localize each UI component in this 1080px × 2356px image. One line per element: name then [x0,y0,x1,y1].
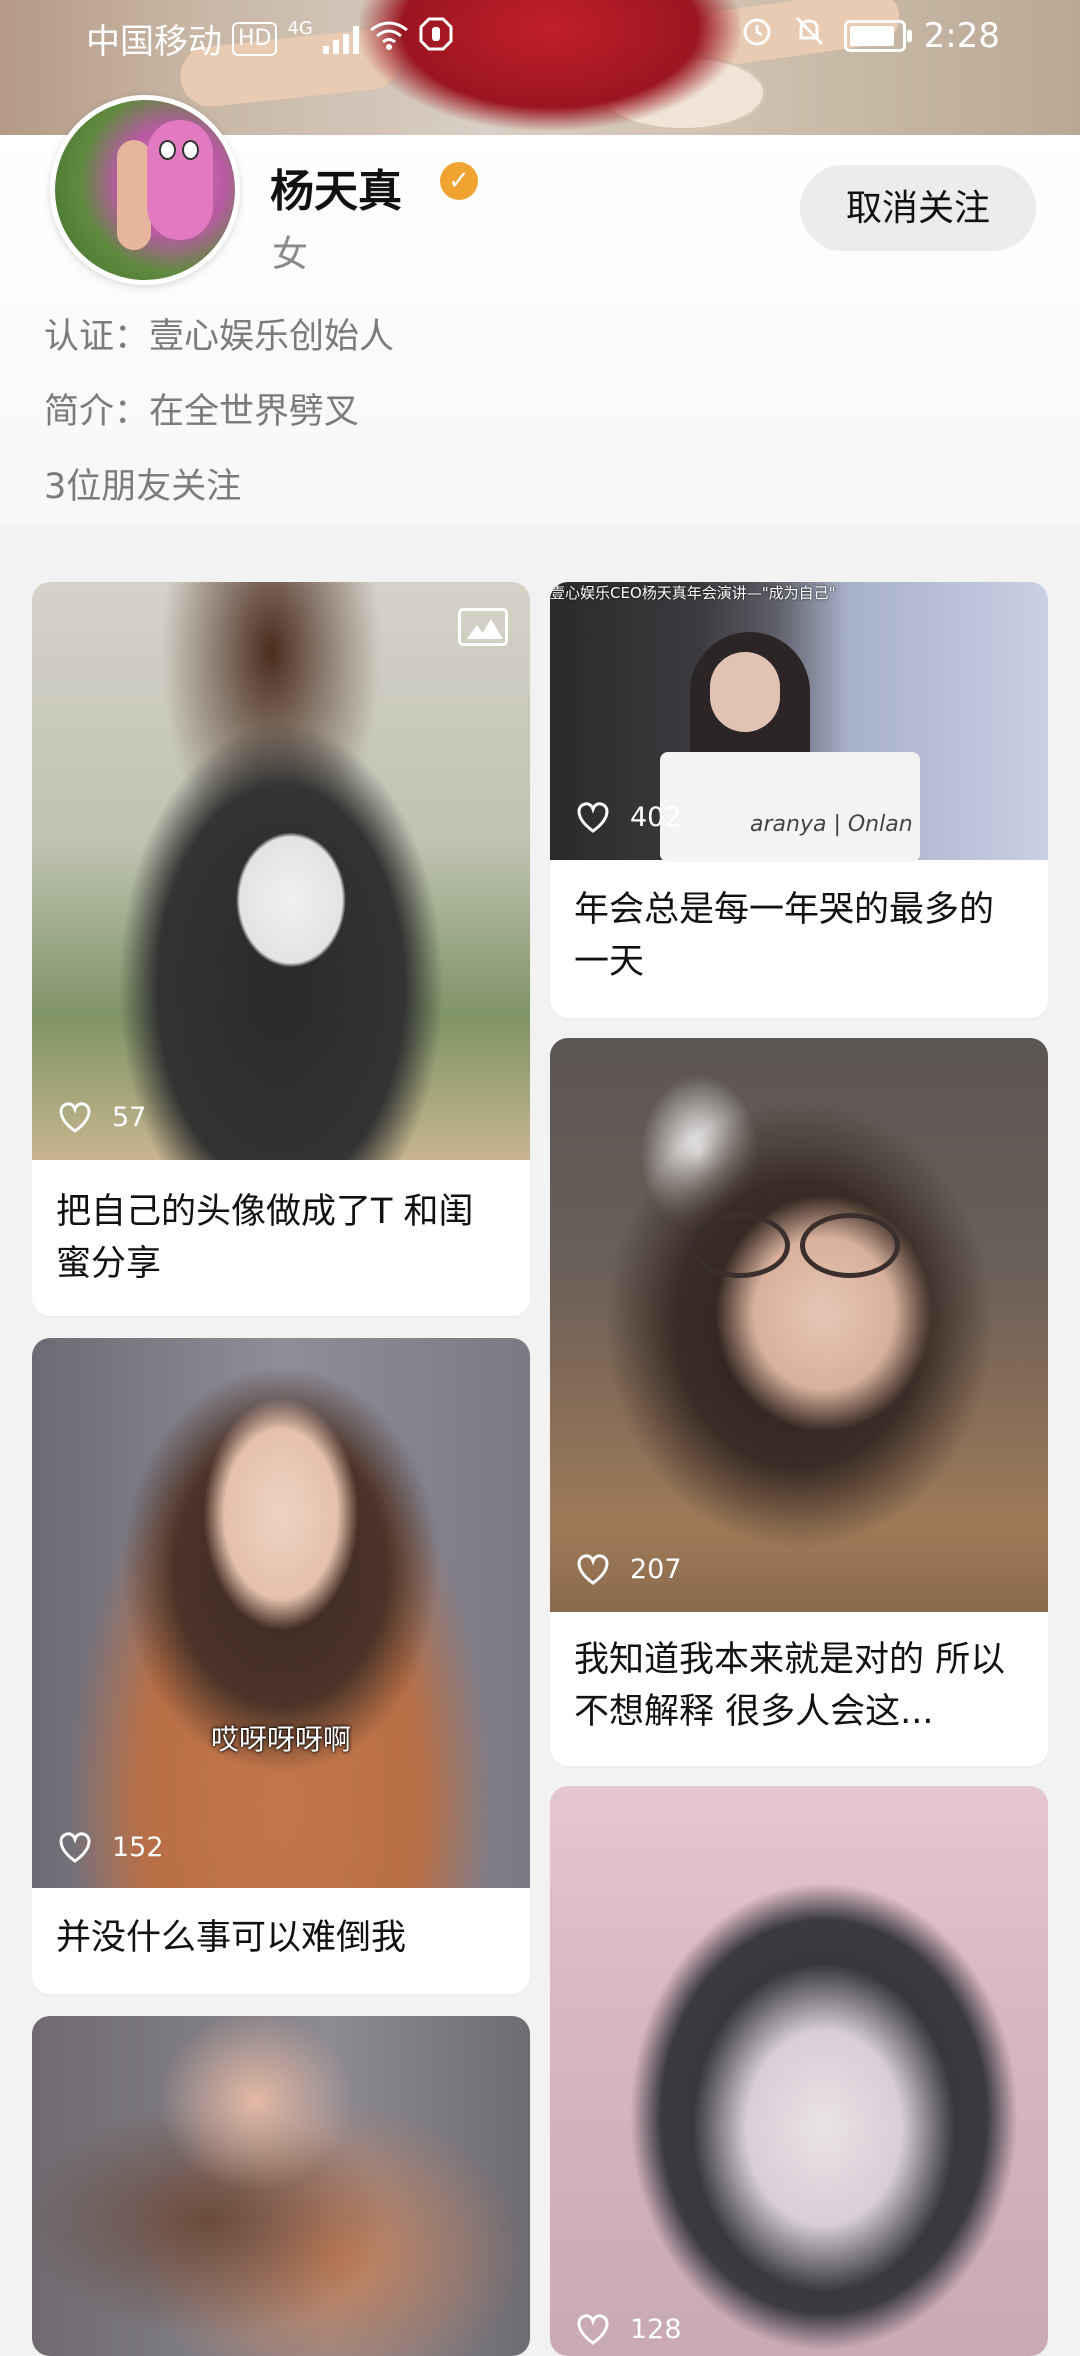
glasses-decoration [690,1213,790,1278]
mute-bell-icon [792,14,826,57]
like-count[interactable]: 152 [56,1830,164,1864]
feed-card[interactable]: 哎呀呀呀啊 152 并没什么事可以难倒我 [32,1338,530,1994]
profile-name: 杨天真 [270,166,402,217]
feed-card[interactable]: 128 [550,1786,1048,2356]
podium [660,752,920,862]
heart-icon [574,800,612,834]
like-count-text: 152 [112,1831,164,1863]
video-subtitle: 哎呀呀呀啊 [210,1723,351,1756]
podium-logo-text: aranya | Onlan [750,812,913,837]
post-image [32,1338,530,1888]
image-type-icon [458,608,508,646]
heart-icon [574,2312,612,2346]
battery-icon [843,19,912,52]
hand-stop-icon [419,17,453,60]
post-caption: 并没什么事可以难倒我 [56,1918,407,1958]
alarm-icon [740,14,774,57]
friends-following-text[interactable]: 3位朋友关注 [44,458,241,509]
post-image [550,1786,1048,2356]
post-caption: 把自己的头像做成了T 和闺蜜分享 [56,1192,474,1284]
bio-text: 简介：在全世界劈叉 [44,392,360,432]
glasses-decoration [800,1213,900,1278]
clock-time: 2:28 [923,15,1000,56]
verified-badge-icon: ✓ [440,162,478,200]
feed-card[interactable]: 57 把自己的头像做成了T 和闺蜜分享 [32,582,530,1316]
heart-icon [574,1552,612,1586]
certification-text: 认证：壹心娱乐创始人 [44,317,395,357]
like-count[interactable]: 57 [56,1100,146,1134]
post-caption: 年会总是每一年哭的最多的一天 [574,890,995,982]
like-count[interactable]: 128 [574,2312,682,2346]
like-count-text: 57 [112,1101,147,1133]
status-bar: 中国移动 HD 4G 2:28 [0,0,1080,72]
video-title-overlay: 壹心娱乐CEO杨天真年会演讲—"成为自己" [550,584,836,602]
heart-icon [56,1830,94,1864]
post-image-figure [710,652,780,732]
like-count[interactable]: 402 [574,800,682,834]
wifi-icon [369,19,409,59]
post-image [32,2016,530,2356]
signal-icon [322,24,359,54]
like-count[interactable]: 207 [574,1552,682,1586]
heart-icon [56,1100,94,1134]
post-caption: 我知道我本来就是对的 所以不想解释 很多人会这... [574,1640,1006,1732]
post-image [32,582,530,1160]
feed-card[interactable] [32,2016,530,2356]
feed-card[interactable]: 207 我知道我本来就是对的 所以不想解释 很多人会这... [550,1038,1048,1766]
post-image [550,1038,1048,1612]
network-type: 4G [287,18,313,39]
unfollow-button[interactable]: 取消关注 [800,165,1036,251]
profile-gender: 女 [272,234,309,275]
feed-card[interactable]: aranya | Onlan 壹心娱乐CEO杨天真年会演讲—"成为自己" 402… [550,582,1048,1018]
avatar[interactable] [50,95,240,285]
like-count-text: 207 [630,1553,682,1585]
carrier-label: 中国移动 [86,22,222,62]
like-count-text: 402 [630,801,682,833]
hd-icon: HD [232,21,278,56]
